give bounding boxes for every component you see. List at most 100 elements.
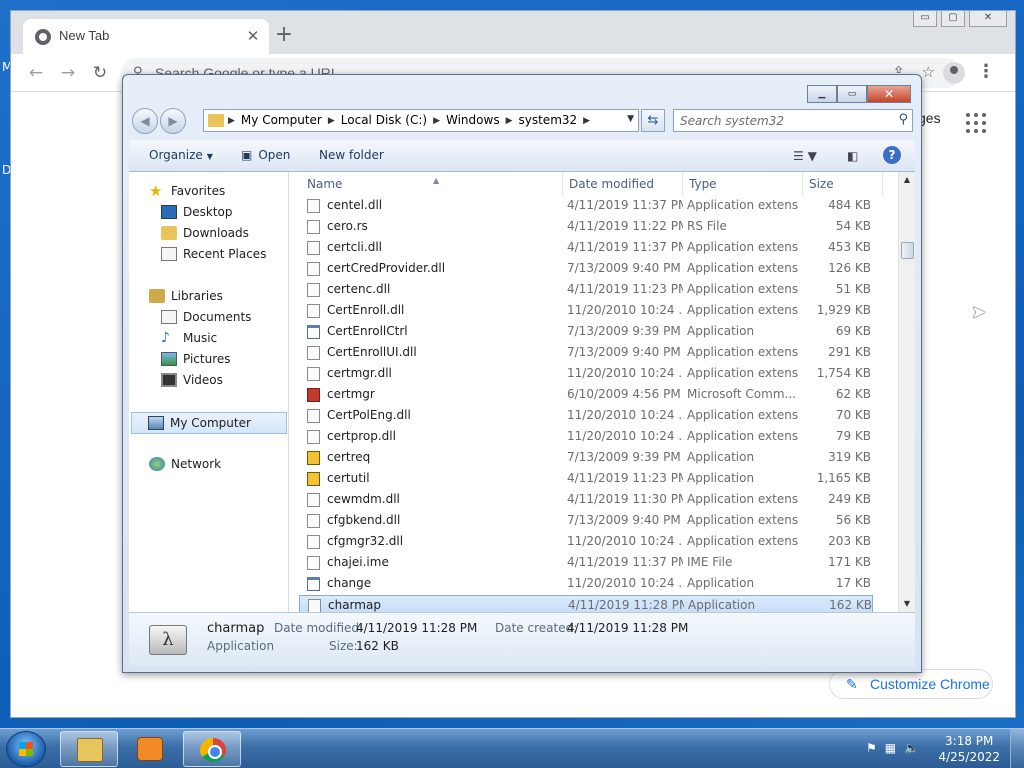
file-row[interactable]: CertEnroll.dll 11/20/2010 10:24 ... Applic… — [299, 301, 873, 321]
file-row[interactable]: certreq 7/13/2009 9:39 PM Application 319 K… — [299, 448, 873, 468]
show-desktop-button[interactable] — [1010, 729, 1024, 768]
breadcrumb-separator-icon[interactable]: ▶ — [328, 113, 335, 129]
back-icon[interactable]: ← — [23, 61, 49, 85]
close-button[interactable]: ✕ — [867, 85, 911, 103]
dll-file-icon — [307, 283, 320, 297]
column-header-date[interactable]: Date modified — [563, 172, 683, 196]
maximize-button[interactable]: ▭ — [837, 85, 867, 103]
tab-title: New Tab — [59, 28, 110, 43]
file-row[interactable]: certutil 4/11/2019 11:23 PM Application 1,1… — [299, 469, 873, 489]
google-apps-icon[interactable] — [966, 113, 986, 133]
taskbar-explorer[interactable] — [60, 731, 118, 767]
nav-pictures[interactable]: Pictures — [161, 352, 231, 366]
nav-music[interactable]: ♪ Music — [161, 331, 217, 345]
new-tab-button[interactable]: + — [271, 23, 297, 49]
minimize-button[interactable]: ▁ — [807, 85, 837, 103]
organize-button[interactable]: Organize ▼ — [149, 148, 213, 162]
breadcrumb-local-disk[interactable]: Local Disk (C:) — [341, 113, 427, 129]
column-header-size[interactable]: Size — [803, 172, 883, 196]
file-row[interactable]: certenc.dll 4/11/2019 11:23 PM Application… — [299, 280, 873, 300]
file-list: Name ▲ Date modified Type Size centel.dll… — [289, 172, 915, 615]
action-center-flag-icon[interactable]: ⚑ — [866, 741, 877, 755]
explorer-window-controls: ▁ ▭ ✕ — [807, 85, 911, 103]
nav-favorites[interactable]: ★ Favorites — [149, 184, 225, 199]
help-icon[interactable]: ? — [883, 146, 901, 164]
maximize-button[interactable]: ▢ — [941, 11, 965, 27]
nav-videos[interactable]: Videos — [161, 373, 223, 387]
file-row[interactable]: certmgr.dll 11/20/2010 10:24 ... Applicati… — [299, 364, 873, 384]
network-tray-icon[interactable]: ▦ — [885, 741, 896, 755]
forward-icon[interactable]: → — [55, 61, 81, 85]
file-row[interactable]: certmgr 6/10/2009 4:56 PM Microsoft Comm..… — [299, 385, 873, 405]
file-row[interactable]: certprop.dll 11/20/2010 10:24 ... Applicat… — [299, 427, 873, 447]
volume-icon[interactable]: 🔈 — [904, 741, 919, 755]
column-header-type[interactable]: Type — [683, 172, 803, 196]
file-row[interactable]: cfgbkend.dll 7/13/2009 9:40 PM Application… — [299, 511, 873, 531]
file-row[interactable]: change 11/20/2010 10:24 ... Application 17 … — [299, 574, 873, 594]
chrome-tab-strip: New Tab ✕ + ▭ ▢ ✕ — [11, 11, 1015, 54]
nav-documents[interactable]: Documents — [161, 310, 251, 324]
back-icon[interactable]: ◀ — [132, 108, 158, 134]
open-button[interactable]: ▣ Open — [241, 148, 290, 162]
file-row[interactable]: centel.dll 4/11/2019 11:37 PM Application … — [299, 196, 873, 216]
bookmark-star-icon[interactable]: ☆ — [922, 63, 935, 81]
breadcrumb-separator-icon[interactable]: ▶ — [433, 113, 440, 129]
new-folder-button[interactable]: New folder — [319, 148, 384, 162]
clock[interactable]: 3:18 PM 4/25/2022 — [938, 733, 1000, 765]
scroll-down-icon[interactable]: ▼ — [899, 596, 915, 612]
nav-desktop[interactable]: Desktop — [161, 205, 233, 219]
nav-libraries[interactable]: Libraries — [149, 289, 223, 303]
file-row[interactable]: certCredProvider.dll 7/13/2009 9:40 PM App… — [299, 259, 873, 279]
file-row[interactable]: chajei.ime 4/11/2019 11:37 PM IME File 171 … — [299, 553, 873, 573]
search-input[interactable]: Search system32 ⚲ — [673, 109, 913, 132]
file-row[interactable]: cero.rs 4/11/2019 11:22 PM RS File 54 KB — [299, 217, 873, 237]
scroll-up-icon[interactable]: ▲ — [899, 172, 915, 188]
close-button[interactable]: ✕ — [969, 11, 1007, 27]
file-name: certprop.dll — [327, 429, 396, 443]
start-button[interactable] — [6, 731, 46, 767]
taskbar: ⚑ ▦ 🔈 3:18 PM 4/25/2022 — [0, 728, 1024, 768]
chrome-tab-new-tab[interactable]: New Tab ✕ — [23, 19, 269, 54]
breadcrumb-separator-icon[interactable]: ▶ — [506, 113, 513, 129]
profile-avatar-icon[interactable] — [943, 62, 965, 84]
minimize-button[interactable]: ▭ — [913, 11, 937, 27]
breadcrumb-my-computer[interactable]: My Computer — [241, 113, 322, 129]
file-row[interactable]: cewmdm.dll 4/11/2019 11:30 PM Application … — [299, 490, 873, 510]
file-row[interactable]: cfgmgr32.dll 11/20/2010 10:24 ... Applicat… — [299, 532, 873, 552]
clock-time: 3:18 PM — [945, 734, 994, 748]
vertical-scrollbar[interactable]: ▲ ▼ — [898, 172, 915, 612]
file-date-modified: 11/20/2010 10:24 ... — [567, 408, 683, 422]
column-header-name[interactable]: Name ▲ — [301, 172, 563, 196]
file-row[interactable]: CertPolEng.dll 11/20/2010 10:24 ... Applic… — [299, 406, 873, 426]
nav-network[interactable]: Network — [149, 457, 221, 471]
scroll-thumb[interactable] — [901, 242, 914, 259]
nav-downloads[interactable]: Downloads — [161, 226, 249, 240]
breadcrumb-windows[interactable]: Windows — [446, 113, 500, 129]
file-row[interactable]: CertEnrollUI.dll 7/13/2009 9:40 PM Applica… — [299, 343, 873, 363]
nav-recent-places[interactable]: Recent Places — [161, 247, 266, 261]
search-icon[interactable]: ⚲ — [898, 112, 908, 127]
file-type: Microsoft Comm... — [687, 387, 796, 401]
chrome-menu-icon[interactable]: ⋮ — [977, 61, 995, 82]
refresh-icon[interactable]: ⇆ — [641, 109, 665, 132]
app-file-icon — [307, 325, 320, 339]
file-date-modified: 11/20/2010 10:24 ... — [567, 366, 683, 380]
address-dropdown-icon[interactable]: ▼ — [627, 114, 634, 124]
nav-my-computer[interactable]: My Computer — [131, 412, 287, 434]
file-name: centel.dll — [327, 198, 383, 212]
preview-pane-icon[interactable]: ◧ — [847, 149, 858, 163]
reload-icon[interactable]: ↻ — [87, 61, 113, 85]
forward-icon[interactable]: ▶ — [160, 108, 186, 134]
breadcrumb-system32[interactable]: system32 — [519, 113, 578, 129]
taskbar-chrome[interactable] — [183, 731, 241, 767]
address-bar[interactable]: ▶ My Computer ▶ Local Disk (C:) ▶ Window… — [203, 109, 639, 132]
change-view-icon[interactable]: ☰ ▼ — [793, 149, 817, 163]
file-row[interactable]: CertEnrollCtrl 7/13/2009 9:39 PM Applicati… — [299, 322, 873, 342]
breadcrumb-separator-icon[interactable]: ▶ — [228, 113, 235, 129]
cert-file-icon — [307, 451, 320, 465]
customize-chrome-button[interactable]: ✎ Customize Chrome — [829, 669, 993, 699]
file-row[interactable]: certcli.dll 4/11/2019 11:37 PM Application… — [299, 238, 873, 258]
breadcrumb-separator-icon[interactable]: ▶ — [583, 113, 590, 129]
tab-close-icon[interactable]: ✕ — [243, 26, 263, 46]
taskbar-media-player[interactable] — [121, 731, 179, 767]
